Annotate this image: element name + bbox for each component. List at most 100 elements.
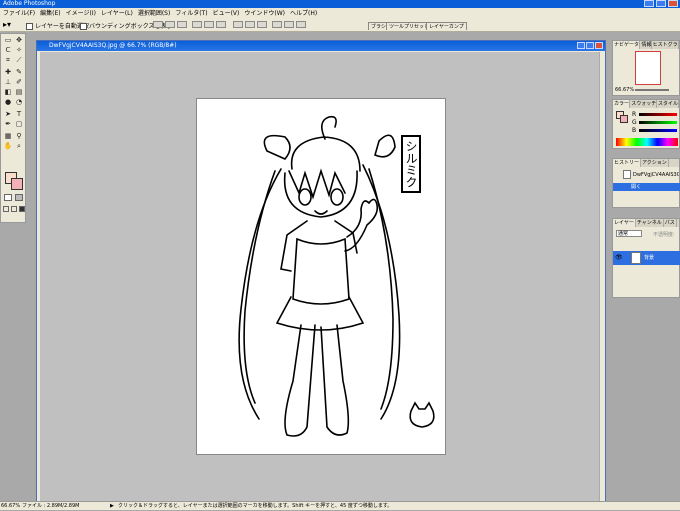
menu-window[interactable]: ウインドウ(W) xyxy=(244,8,285,17)
blur-tool-icon[interactable]: ● xyxy=(3,98,13,107)
zoom-tool-icon[interactable]: ⌕ xyxy=(14,142,24,151)
tab-channels[interactable]: チャンネル xyxy=(636,219,664,227)
slice-tool-icon[interactable]: ⟋ xyxy=(14,56,24,65)
color-bg-swatch[interactable] xyxy=(620,115,628,123)
path-select-icon[interactable]: ➤ xyxy=(3,110,13,119)
dodge-tool-icon[interactable]: ◔ xyxy=(14,98,24,107)
magic-wand-icon[interactable]: ✧ xyxy=(14,46,24,55)
document-window-controls xyxy=(577,42,603,49)
channel-b-label: B xyxy=(632,127,637,134)
distribute-hcenter-icon[interactable] xyxy=(284,21,294,28)
channel-r-label: R xyxy=(632,111,637,118)
tab-swatches[interactable]: スウォッチ xyxy=(630,100,657,108)
move-tool-preset-icon[interactable]: ▸▾ xyxy=(3,20,11,29)
document-title: DwFVgjCV4AAIS3Q.jpg @ 66.7% (RGB/8#) xyxy=(49,42,177,49)
navigator-zoom-slider[interactable] xyxy=(635,89,669,91)
tab-actions[interactable]: アクション xyxy=(641,159,669,167)
type-tool-icon[interactable]: T xyxy=(14,110,24,119)
history-item-selected[interactable]: 開く xyxy=(613,183,680,191)
layer-thumbnail xyxy=(631,252,641,264)
tab-layers[interactable]: レイヤー xyxy=(613,219,636,227)
align-right-icon[interactable] xyxy=(216,21,226,28)
history-brush-icon[interactable]: ✐ xyxy=(14,78,24,87)
brush-tool-icon[interactable]: ✎ xyxy=(14,68,24,77)
distribute-left-icon[interactable] xyxy=(272,21,282,28)
bounding-box-checkbox[interactable] xyxy=(80,23,87,30)
screen-mode-full-icon[interactable] xyxy=(11,206,17,212)
tab-layer-comps[interactable]: レイヤーカンプ xyxy=(426,22,467,30)
app-title: Adobe Photoshop xyxy=(3,0,56,7)
eyedropper-icon[interactable]: ⚲ xyxy=(14,132,24,141)
channel-b-slider[interactable] xyxy=(639,129,677,132)
hand-tool-icon[interactable]: ✋ xyxy=(3,142,13,151)
menu-view[interactable]: ビュー(V) xyxy=(213,8,240,17)
menu-select[interactable]: 選択範囲(S) xyxy=(138,8,171,17)
layers-panel: レイヤー チャンネル パス 通常 不透明度: 👁 背景 xyxy=(612,218,680,298)
eye-icon[interactable]: 👁 xyxy=(615,254,623,261)
stamp-tool-icon[interactable]: ⊥ xyxy=(3,78,13,87)
tab-histogram[interactable]: ヒストグラム xyxy=(652,41,680,49)
pen-tool-icon[interactable]: ✒ xyxy=(3,120,13,129)
tab-history[interactable]: ヒストリー xyxy=(613,159,642,167)
align-bottom-icon[interactable] xyxy=(177,21,187,28)
menu-edit[interactable]: 編集(E) xyxy=(40,8,60,17)
layer-name[interactable]: 背景 xyxy=(644,254,654,261)
navigator-thumbnail[interactable] xyxy=(635,51,661,85)
document-scrollbar[interactable] xyxy=(599,52,605,507)
color-spectrum-bar[interactable] xyxy=(616,138,678,146)
auto-select-checkbox[interactable] xyxy=(26,23,33,30)
screen-mode-black-icon[interactable] xyxy=(19,206,25,212)
doc-minimize-icon[interactable] xyxy=(577,42,585,49)
eraser-tool-icon[interactable]: ◧ xyxy=(3,88,13,97)
tab-info[interactable]: 情報 xyxy=(640,41,652,49)
screen-mode-standard-icon[interactable] xyxy=(3,206,9,212)
marquee-tool-icon[interactable]: ▭ xyxy=(3,36,13,45)
close-icon[interactable] xyxy=(668,0,678,7)
options-bar: ▸▾ レイヤーを自動選択 バウンディングボックスを表示 xyxy=(0,17,680,32)
navigator-panel: ナビゲーター 情報 ヒストグラム 66.67% xyxy=(612,40,680,96)
channel-g-slider[interactable] xyxy=(639,121,677,124)
minimize-icon[interactable] xyxy=(644,0,654,7)
align-left-icon[interactable] xyxy=(192,21,202,28)
distribute-vcenter-icon[interactable] xyxy=(245,21,255,28)
background-color-swatch[interactable] xyxy=(11,178,23,190)
history-tabs: ヒストリー アクション xyxy=(613,159,679,167)
distribute-top-icon[interactable] xyxy=(233,21,243,28)
distribute-right-icon[interactable] xyxy=(296,21,306,28)
menu-help[interactable]: ヘルプ(H) xyxy=(290,8,317,17)
menu-image[interactable]: イメージ(I) xyxy=(66,8,96,17)
doc-maximize-icon[interactable] xyxy=(586,42,594,49)
standard-mode-icon[interactable] xyxy=(4,194,12,201)
layer-row[interactable]: 👁 背景 xyxy=(613,251,680,265)
distribute-bottom-icon[interactable] xyxy=(257,21,267,28)
notes-tool-icon[interactable]: ▦ xyxy=(3,132,13,141)
tab-color[interactable]: カラー xyxy=(613,100,631,108)
document-title-bar[interactable]: DwFVgjCV4AAIS3Q.jpg @ 66.7% (RGB/8#) xyxy=(37,41,605,51)
channel-r-slider[interactable] xyxy=(639,113,677,116)
doc-close-icon[interactable] xyxy=(595,42,603,49)
tab-styles[interactable]: スタイル xyxy=(657,100,679,108)
align-top-icon[interactable] xyxy=(153,21,163,28)
maximize-icon[interactable] xyxy=(656,0,666,7)
tab-navigator[interactable]: ナビゲーター xyxy=(613,41,641,49)
color-panel: カラー スウォッチ スタイル R G B xyxy=(612,99,680,149)
menu-bar: ファイル(F) 編集(E) イメージ(I) レイヤー(L) 選択範囲(S) フィ… xyxy=(0,8,680,17)
menu-file[interactable]: ファイル(F) xyxy=(3,8,35,17)
crop-tool-icon[interactable]: ⌗ xyxy=(3,56,13,65)
align-hcenter-icon[interactable] xyxy=(204,21,214,28)
navigator-zoom-value[interactable]: 66.67% xyxy=(615,87,634,93)
blend-mode-select[interactable]: 通常 xyxy=(616,230,642,237)
quick-mask-icon[interactable] xyxy=(15,194,23,201)
menu-layer[interactable]: レイヤー(L) xyxy=(101,8,133,17)
move-tool-icon[interactable]: ✥ xyxy=(14,36,24,45)
status-bar: 66.67% ファイル : 2.89M/2.89M ▶ クリック＆ドラッグすると… xyxy=(0,501,680,510)
align-vcenter-icon[interactable] xyxy=(165,21,175,28)
shape-tool-icon[interactable]: ▢ xyxy=(14,120,24,129)
menu-filter[interactable]: フィルタ(T) xyxy=(175,8,207,17)
history-item[interactable]: DwFVgjCV4AAIS3Q.jpg xyxy=(633,172,679,178)
document-canvas[interactable]: シルミク xyxy=(196,98,446,455)
tab-paths[interactable]: パス xyxy=(664,219,677,227)
healing-brush-icon[interactable]: ✚ xyxy=(3,68,13,77)
lasso-tool-icon[interactable]: ᑕ xyxy=(3,46,13,55)
gradient-tool-icon[interactable]: ▤ xyxy=(14,88,24,97)
